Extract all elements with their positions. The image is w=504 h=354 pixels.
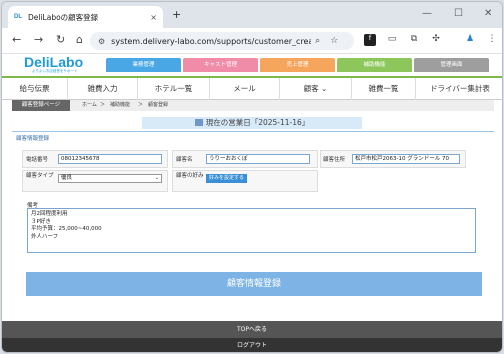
address-input[interactable]: 松戸市松戸2063-10 グランドール 70 (352, 154, 460, 164)
home-icon[interactable]: ⌂ (76, 33, 83, 46)
profile-icon[interactable]: ♟ (464, 34, 476, 46)
forward-icon[interactable]: → (34, 33, 43, 46)
extension-chat-icon[interactable]: ▭ (386, 34, 398, 46)
remarks-line: 外人ハーフ (31, 233, 59, 240)
close-tab-icon[interactable]: × (150, 13, 157, 22)
topnav-sales[interactable]: 売上管理 (260, 58, 335, 72)
back-icon[interactable]: ← (12, 33, 21, 46)
breadcrumb-home[interactable]: ホーム (82, 100, 97, 111)
tab-title: DeliLaboの顧客登録 (28, 12, 99, 22)
nav-driver-report[interactable]: ドライバー集計表 (416, 78, 502, 100)
nav-customer[interactable]: 顧客 ⌄ (280, 78, 352, 100)
site-header: DeliLabo よりよいお店経営をサポート 業務管理 キャスト管理 売上管理 … (2, 54, 502, 76)
remarks-line: ３P好き (31, 218, 51, 225)
nav-hotel-list[interactable]: ホテル一覧 (138, 78, 210, 100)
remarks-textarea[interactable]: 月2回程度利用 ３P好き 平均予算：25,000~40,000 外人ハーフ (27, 208, 476, 253)
logo-tagline: よりよいお店経営をサポート (32, 69, 78, 73)
customer-type-value: 優良 (61, 175, 73, 181)
browser-window: DL DeliLaboの顧客登録 × + — ☐ ✕ ← → ↻ ⌂ ⚙ sys… (1, 1, 503, 353)
set-preference-button[interactable]: 好みを設定する (206, 174, 248, 183)
topnav-admin[interactable]: 管理画面 (414, 58, 489, 72)
breadcrumb: 顧客登録ページ ホーム ＞ 補助機能 ＞ 顧客登録 (12, 100, 494, 111)
reload-icon[interactable]: ↻ (56, 33, 65, 46)
phone-input[interactable]: 08012345678 (58, 154, 162, 164)
address-bar[interactable]: ⚙ system.delivery-labo.com/supports/cust… (90, 32, 354, 50)
minimize-icon[interactable]: — (422, 8, 432, 19)
browser-toolbar: ← → ↻ ⌂ ⚙ system.delivery-labo.com/suppo… (2, 28, 502, 54)
calendar-icon (194, 119, 203, 126)
menu-icon[interactable]: ⋮ (486, 34, 498, 46)
breadcrumb-current: 顧客登録 (148, 102, 169, 108)
main-nav: 給与伝票 雑費入力 ホテル一覧 メール 顧客 ⌄ 雑費一覧 ドライバー集計表 (2, 76, 502, 100)
extension-box-icon[interactable]: ⧉ (408, 34, 420, 46)
breadcrumb-support[interactable]: 補助機能 (110, 100, 130, 111)
favicon: DL (14, 14, 22, 20)
section-title: 顧客情報登録 (16, 136, 50, 142)
url-text: system.delivery-labo.com/supports/custom… (111, 36, 312, 46)
phone-label: 電話番号 (26, 157, 49, 163)
page-title: 顧客登録ページ (12, 100, 70, 111)
maximize-icon[interactable]: ☐ (454, 8, 463, 19)
business-date-banner: 現在の営業日「2025-11-16」 (142, 117, 362, 129)
address-label: 顧客住所 (323, 157, 346, 163)
type-label: 顧客タイプ (26, 173, 54, 179)
name-input[interactable]: うりーおおくぼ (206, 154, 310, 164)
logout-link[interactable]: ログアウト (2, 338, 502, 352)
nav-expense-list[interactable]: 雑費一覧 (352, 78, 416, 100)
remarks-line: 平均予算：25,000~40,000 (31, 226, 102, 232)
topnav-business[interactable]: 業務管理 (106, 58, 181, 72)
breadcrumb-sep: ＞ (100, 102, 106, 108)
tab-strip: DL DeliLaboの顧客登録 × + — ☐ ✕ (2, 2, 502, 28)
back-to-top-link[interactable]: TOPへ戻る (2, 321, 502, 338)
remarks-line: 月2回程度利用 (31, 211, 68, 217)
new-tab-button[interactable]: + (172, 8, 181, 21)
site-info-icon[interactable]: ⚙ (98, 37, 105, 46)
topnav-cast[interactable]: キャスト管理 (183, 58, 258, 72)
browser-tab[interactable]: DL DeliLaboの顧客登録 × (8, 6, 163, 28)
nav-expense-input[interactable]: 雑費入力 (68, 78, 138, 100)
nav-mail[interactable]: メール (210, 78, 280, 100)
business-date: 現在の営業日「2025-11-16」 (205, 118, 310, 127)
extension-f-icon[interactable]: f (364, 34, 376, 46)
extensions-puzzle-icon[interactable]: ✣ (430, 34, 442, 46)
close-window-icon[interactable]: ✕ (484, 8, 492, 19)
nav-salary-slip[interactable]: 給与伝票 (2, 78, 68, 100)
register-customer-button[interactable]: 顧客情報登録 (26, 272, 482, 296)
zoom-icon[interactable]: ⌕ (315, 36, 320, 46)
topnav-support[interactable]: 補助機能 (337, 58, 412, 72)
bookmark-star-icon[interactable]: ☆ (330, 36, 338, 46)
chevron-down-icon: ⌄ (154, 175, 159, 181)
name-label: 顧客名 (176, 157, 193, 163)
preference-label: 顧客の好み (176, 173, 204, 179)
customer-type-select[interactable]: 優良 ⌄ (58, 174, 162, 183)
breadcrumb-sep: ＞ (138, 102, 144, 108)
site-logo[interactable]: DeliLabo (24, 54, 83, 70)
